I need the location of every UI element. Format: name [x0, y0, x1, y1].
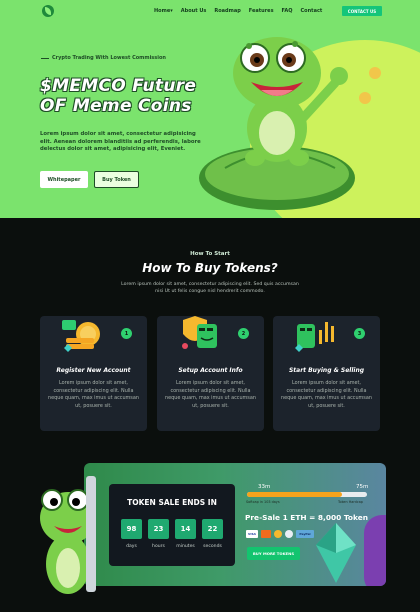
nav-links: Home▾ About Us Roadmap Features FAQ Cont… [154, 8, 322, 14]
progress-start-label: 33m [258, 484, 271, 490]
step-number-badge: 1 [121, 328, 132, 339]
how-description: Lorem ipsum dolor sit amet, consectetur … [121, 282, 299, 294]
step-card-setup: 2 Setup Account Info Lorem ipsum dolor s… [157, 316, 264, 431]
card-text: Lorem ipsum dolor sit amet, consectetur … [165, 380, 256, 409]
countdown-minutes: 14 [175, 519, 196, 539]
frog-peeking-image [40, 476, 96, 594]
mastercard-icon [261, 530, 271, 538]
sale-progress-fill [247, 492, 342, 497]
nav-item-roadmap[interactable]: Roadmap [214, 8, 240, 14]
presale-rate: Pre-Sale 1 ETH = 8,000 Token [245, 513, 368, 522]
logo-icon[interactable] [42, 5, 54, 17]
card-text: Lorem ipsum dolor sit amet, consectetur … [281, 380, 372, 409]
bitcoin-icon [274, 530, 282, 538]
nav-item-faq[interactable]: FAQ [282, 8, 293, 14]
nav-item-features[interactable]: Features [249, 8, 274, 14]
decorative-shape [364, 515, 386, 586]
how-title: How To Buy Tokens? [142, 261, 278, 275]
payment-methods: VISA PayPal [246, 530, 314, 538]
countdown-seconds: 22 [202, 519, 223, 539]
card-title: Register New Account [56, 367, 131, 374]
hero-kicker: Crypto Trading With Lowest Commission [41, 55, 166, 61]
countdown-days: 98 [121, 519, 142, 539]
countdown-seconds-label: seconds [203, 544, 222, 549]
contact-us-button[interactable]: CONTACT US [342, 6, 382, 16]
hardcap-caption: Token Hardcap [338, 500, 363, 504]
sale-progress-bar [247, 492, 367, 497]
trading-chart-icon [295, 322, 334, 352]
countdown-minutes-label: minutes [176, 544, 195, 549]
ethereum-icon [285, 530, 293, 538]
progress-end-label: 75m [356, 484, 369, 490]
step-number-badge: 3 [354, 328, 365, 339]
paypal-icon: PayPal [296, 530, 314, 538]
kicker-divider [41, 57, 49, 59]
hero-section: Home▾ About Us Roadmap Features FAQ Cont… [0, 0, 420, 218]
hero-description: Lorem ipsum dolor sit amet, consectetur … [40, 131, 201, 152]
visa-icon: VISA [246, 530, 258, 538]
buy-more-tokens-button[interactable]: BUY MORE TOKENS [247, 547, 300, 560]
softcap-caption: Softcap in 103 days [246, 500, 280, 504]
card-title: Setup Account Info [178, 367, 243, 374]
hero-kicker-text: Crypto Trading With Lowest Commission [52, 55, 166, 61]
nav-item-contact[interactable]: Contact [301, 8, 323, 14]
buy-token-button[interactable]: Buy Token [94, 171, 139, 188]
countdown-hours-label: hours [152, 544, 165, 549]
nav-item-home[interactable]: Home▾ [154, 8, 173, 14]
card-text: Lorem ipsum dolor sit amet, consectetur … [48, 380, 139, 409]
frog-mascot-image [199, 37, 381, 210]
countdown-days-label: days [126, 544, 137, 549]
countdown-title: TOKEN SALE ENDS IN [127, 498, 217, 507]
whitepaper-button[interactable]: Whitepaper [40, 171, 88, 188]
nav-item-about[interactable]: About Us [181, 8, 207, 14]
crystal-image [316, 523, 356, 583]
countdown-hours: 23 [148, 519, 169, 539]
coins-stack-icon [62, 320, 100, 352]
step-card-register: 1 Register New Account Lorem ipsum dolor… [40, 316, 147, 431]
step-number-badge: 2 [238, 328, 249, 339]
countdown-box: TOKEN SALE ENDS IN 98 23 14 22 days hour… [109, 484, 235, 566]
shield-wallet-icon [182, 316, 217, 349]
chevron-down-icon: ▾ [170, 8, 173, 14]
card-title: Start Buying & Selling [288, 367, 365, 374]
how-kicker: How To Start [190, 251, 230, 257]
step-card-trade: 3 Start Buying & Selling Lorem ipsum dol… [273, 316, 380, 431]
